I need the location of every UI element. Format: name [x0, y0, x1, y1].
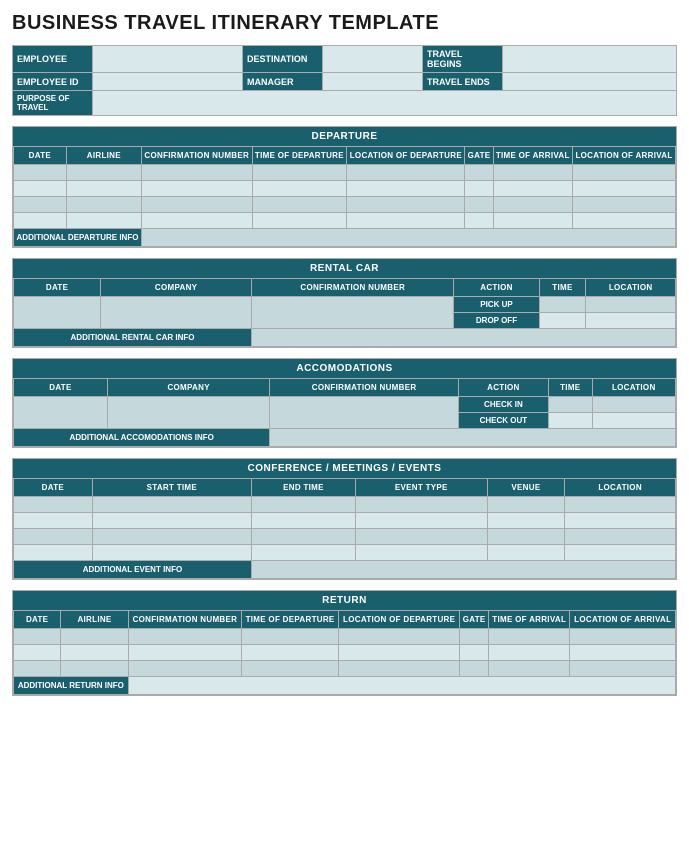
purpose-label: PURPOSE OF TRAVEL: [13, 91, 93, 116]
acc-col-action: ACTION: [458, 379, 548, 397]
accommodations-section: ACCOMODATIONS DATE COMPANY CONFIRMATION …: [12, 358, 677, 448]
page-title: BUSINESS TRAVEL ITINERARY TEMPLATE: [12, 12, 677, 35]
ret-col-gate: GATE: [460, 611, 489, 629]
dep-col-gate: GATE: [465, 147, 493, 165]
events-table: DATE START TIME END TIME EVENT TYPE VENU…: [13, 478, 676, 579]
additional-rental-car-row: ADDITIONAL RENTAL CAR INFO: [14, 329, 676, 347]
employee-id-label: EMPLOYEE ID: [13, 73, 93, 91]
table-row: [14, 181, 676, 197]
additional-rental-car-label: ADDITIONAL RENTAL CAR INFO: [14, 329, 252, 347]
dep-col-loc-dep: LOCATION OF DEPARTURE: [347, 147, 465, 165]
rc-col-action: ACTION: [454, 279, 539, 297]
rc-col-date: DATE: [14, 279, 101, 297]
departure-table: DATE AIRLINE CONFIRMATION NUMBER TIME OF…: [13, 146, 676, 247]
rental-car-table: DATE COMPANY CONFIRMATION NUMBER ACTION …: [13, 278, 676, 347]
ret-col-loc-arr: LOCATION OF ARRIVAL: [570, 611, 676, 629]
rental-car-header: RENTAL CAR: [13, 259, 676, 278]
table-row: [14, 513, 676, 529]
dropoff-action: DROP OFF: [454, 313, 539, 329]
table-row: [14, 645, 676, 661]
accommodations-table: DATE COMPANY CONFIRMATION NUMBER ACTION …: [13, 378, 676, 447]
destination-value: [323, 46, 423, 73]
travel-ends-value: [503, 73, 677, 91]
events-section: CONFERENCE / MEETINGS / EVENTS DATE STAR…: [12, 458, 677, 580]
ev-col-end: END TIME: [251, 479, 355, 497]
employee-label: EMPLOYEE: [13, 46, 93, 73]
travel-begins-label: TRAVEL BEGINS: [423, 46, 503, 73]
departure-section: DEPARTURE DATE AIRLINE CONFIRMATION NUMB…: [12, 126, 677, 248]
return-header: RETURN: [13, 591, 676, 610]
additional-departure-label: ADDITIONAL DEPARTURE INFO: [14, 229, 142, 247]
dep-col-time-arr: TIME OF ARRIVAL: [493, 147, 572, 165]
dep-col-time-dep: TIME OF DEPARTURE: [252, 147, 347, 165]
ev-col-venue: VENUE: [487, 479, 565, 497]
ev-col-location: LOCATION: [565, 479, 676, 497]
dep-col-loc-arr: LOCATION OF ARRIVAL: [572, 147, 675, 165]
checkout-action: CHECK OUT: [458, 413, 548, 429]
additional-accommodations-row: ADDITIONAL ACCOMODATIONS INFO: [14, 429, 676, 447]
destination-label: DESTINATION: [243, 46, 323, 73]
table-row: [14, 545, 676, 561]
table-row: [14, 661, 676, 677]
dep-col-date: DATE: [14, 147, 67, 165]
purpose-value: [93, 91, 677, 116]
acc-col-company: COMPANY: [107, 379, 270, 397]
ev-col-type: EVENT TYPE: [355, 479, 487, 497]
ret-col-confirmation: CONFIRMATION NUMBER: [128, 611, 241, 629]
dep-col-airline: AIRLINE: [66, 147, 141, 165]
travel-begins-value: [503, 46, 677, 73]
rc-col-time: TIME: [539, 279, 586, 297]
travel-ends-label: TRAVEL ENDS: [423, 73, 503, 91]
acc-col-time: TIME: [549, 379, 592, 397]
table-row: [14, 629, 676, 645]
pickup-action: PICK UP: [454, 297, 539, 313]
rc-col-company: COMPANY: [101, 279, 252, 297]
additional-return-label: ADDITIONAL RETURN INFO: [14, 677, 129, 695]
acc-col-confirmation: CONFIRMATION NUMBER: [270, 379, 458, 397]
rental-car-pickup-row: PICK UP: [14, 297, 676, 313]
ret-col-loc-dep: LOCATION OF DEPARTURE: [339, 611, 460, 629]
return-table: DATE AIRLINE CONFIRMATION NUMBER TIME OF…: [13, 610, 676, 695]
rental-car-section: RENTAL CAR DATE COMPANY CONFIRMATION NUM…: [12, 258, 677, 348]
ret-col-airline: AIRLINE: [61, 611, 128, 629]
accommodations-checkin-row: CHECK IN: [14, 397, 676, 413]
return-section: RETURN DATE AIRLINE CONFIRMATION NUMBER …: [12, 590, 677, 696]
accommodations-header: ACCOMODATIONS: [13, 359, 676, 378]
manager-label: MANAGER: [243, 73, 323, 91]
acc-col-location: LOCATION: [592, 379, 676, 397]
checkin-action: CHECK IN: [458, 397, 548, 413]
table-row: [14, 497, 676, 513]
dep-col-confirmation: CONFIRMATION NUMBER: [141, 147, 252, 165]
table-row: [14, 197, 676, 213]
table-row: [14, 165, 676, 181]
ev-col-start: START TIME: [92, 479, 251, 497]
employee-value: [93, 46, 243, 73]
additional-departure-row: ADDITIONAL DEPARTURE INFO: [14, 229, 676, 247]
rc-col-confirmation: CONFIRMATION NUMBER: [252, 279, 454, 297]
ret-col-time-dep: TIME OF DEPARTURE: [242, 611, 339, 629]
ev-col-date: DATE: [14, 479, 93, 497]
table-row: [14, 529, 676, 545]
events-header: CONFERENCE / MEETINGS / EVENTS: [13, 459, 676, 478]
manager-value: [323, 73, 423, 91]
acc-col-date: DATE: [14, 379, 108, 397]
departure-header: DEPARTURE: [13, 127, 676, 146]
additional-event-row: ADDITIONAL EVENT INFO: [14, 561, 676, 579]
header-info-table: EMPLOYEE DESTINATION TRAVEL BEGINS EMPLO…: [12, 45, 677, 116]
additional-return-row: ADDITIONAL RETURN INFO: [14, 677, 676, 695]
additional-event-label: ADDITIONAL EVENT INFO: [14, 561, 252, 579]
ret-col-time-arr: TIME OF ARRIVAL: [489, 611, 570, 629]
rc-col-location: LOCATION: [586, 279, 676, 297]
ret-col-date: DATE: [14, 611, 61, 629]
table-row: [14, 213, 676, 229]
additional-accommodations-label: ADDITIONAL ACCOMODATIONS INFO: [14, 429, 270, 447]
employee-id-value: [93, 73, 243, 91]
